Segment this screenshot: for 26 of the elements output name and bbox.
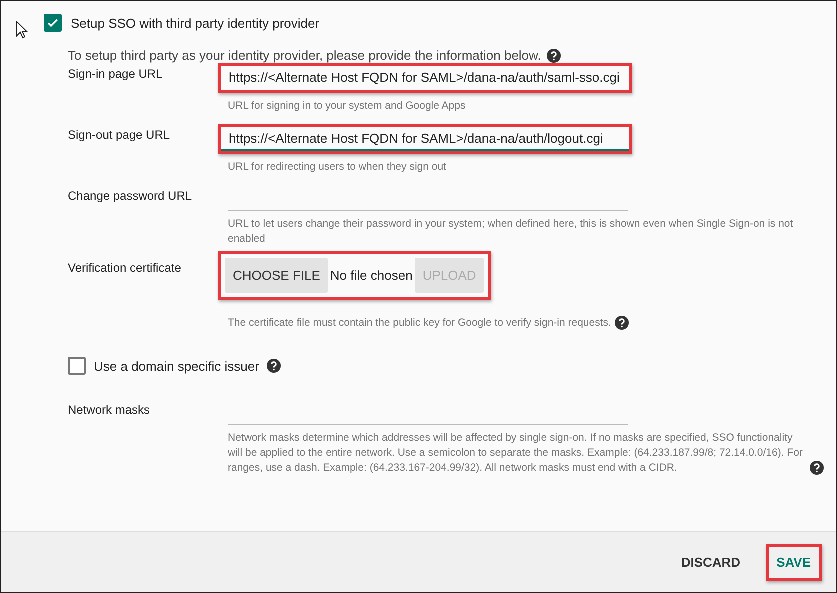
checkbox[interactable] xyxy=(44,14,62,32)
field-label: Change password URL xyxy=(68,188,194,205)
checkbox-label: Use a domain specific issuer xyxy=(94,358,260,374)
hint-text: URL to let users change their password in your system; when defined here, this is shown even when Single Sign-on is not enabled xyxy=(228,217,794,247)
save-button[interactable]: SAVE xyxy=(766,544,822,580)
intro-text: To setup third party as your identity provider, please provide the information below. xyxy=(68,48,542,63)
url-field[interactable]: https://<Alternate Host FQDN for SAML>/dana-na/auth/logout.cgi xyxy=(218,124,632,154)
checkbox[interactable] xyxy=(68,357,86,375)
help-icon[interactable] xyxy=(547,48,562,62)
hint-text: The certificate file must contain the public key for Google to verify sign-in requests. xyxy=(228,316,612,331)
field-label: Sign-out page URL xyxy=(68,127,172,144)
field-label: Sign-in page URL xyxy=(68,66,164,83)
cursor-icon xyxy=(16,21,28,39)
field-label: Network masks xyxy=(68,402,152,419)
sso-label: Setup SSO with third party identity provider xyxy=(71,16,320,30)
help-icon[interactable] xyxy=(615,316,630,330)
help-icon[interactable] xyxy=(267,359,282,373)
discard-button[interactable]: DISCARD xyxy=(670,544,752,580)
choose-file-button[interactable]: CHOOSE FILE xyxy=(225,258,328,293)
hint-text: URL for redirecting users to when they sign out xyxy=(228,160,446,175)
url-field[interactable]: https://<Alternate Host FQDN for SAML>/dana-na/auth/saml-sso.cgi xyxy=(218,63,632,93)
hint-text: URL for signing in to your system and Google Apps xyxy=(228,99,466,114)
field-label: Verification certificate xyxy=(68,260,182,277)
help-icon[interactable] xyxy=(810,461,824,475)
file-status: No file chosen xyxy=(330,268,413,283)
hint-text: Network masks determine which addresses will be affected by single sign-on. If no masks are specified, SSO functionality will be applied to the entire network. Use a semicolon to separate the masks. Example: (64.233.187.99/8; 72.14.0.0/16). For ranges, use a dash. Example: (64.233.167-204.99/32). All network masks must end with a CIDR. xyxy=(228,431,804,476)
